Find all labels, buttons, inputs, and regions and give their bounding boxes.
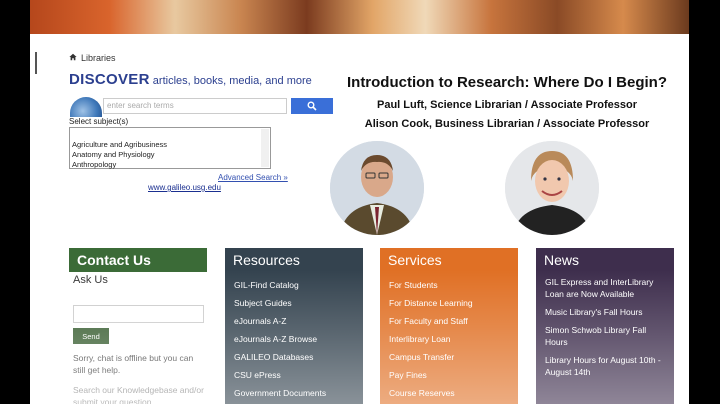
resources-link[interactable]: GIL-Find Catalog <box>234 276 354 294</box>
discover-title: DISCOVER <box>69 71 150 88</box>
home-icon[interactable] <box>69 53 77 63</box>
resources-heading[interactable]: Resources <box>225 248 363 272</box>
services-panel: Services For Students For Distance Learn… <box>380 248 518 404</box>
presenter-2: Alison Cook, Business Librarian / Associ… <box>364 118 650 130</box>
search-icon <box>307 101 317 111</box>
screen: Libraries DISCOVER articles, books, medi… <box>0 0 720 404</box>
scrollbar-thumb[interactable] <box>35 52 37 74</box>
services-link[interactable]: For Faculty and Staff <box>389 312 509 330</box>
discover-tagline: articles, books, media, and more <box>149 75 312 87</box>
presenter-2-photo <box>505 141 599 235</box>
breadcrumb: Libraries <box>69 53 116 63</box>
subject-list-scrollbar[interactable] <box>261 129 269 167</box>
resources-link[interactable]: CSU ePress <box>234 366 354 384</box>
services-heading[interactable]: Services <box>380 248 518 272</box>
subject-option[interactable]: Anatomy and Physiology <box>72 150 270 160</box>
chat-offline-message: Sorry, chat is offline but you can still… <box>73 353 194 375</box>
search-input[interactable]: enter search terms <box>103 98 287 114</box>
services-link[interactable]: For Distance Learning <box>389 294 509 312</box>
services-link[interactable]: For Students <box>389 276 509 294</box>
subject-select-list[interactable]: Agriculture and Agribusiness Anatomy and… <box>69 127 271 169</box>
chat-input[interactable] <box>73 305 204 323</box>
resources-panel: Resources GIL-Find Catalog Subject Guide… <box>225 248 363 404</box>
contact-us-panel: Contact Us <box>69 248 207 404</box>
subject-option[interactable]: Agriculture and Agribusiness <box>72 140 270 150</box>
chat-send-button[interactable]: Send <box>73 328 109 344</box>
presenter-1-photo <box>330 141 424 235</box>
resources-link[interactable]: eJournals A-Z Browse <box>234 330 354 348</box>
subject-option[interactable]: Anthropology <box>72 160 270 170</box>
presenter-1: Paul Luft, Science Librarian / Associate… <box>376 99 637 111</box>
resources-link[interactable]: Subject Guides <box>234 294 354 312</box>
services-link[interactable]: Interlibrary Loan <box>389 330 509 348</box>
news-heading[interactable]: News <box>536 248 674 272</box>
news-item[interactable]: Simon Schwob Library Fall Hours <box>545 324 665 348</box>
resources-link[interactable]: Government Documents <box>234 384 354 402</box>
news-panel: News GIL Express and InterLibrary Loan a… <box>536 248 674 404</box>
services-link[interactable]: Campus Transfer <box>389 348 509 366</box>
subject-select-label: Select subject(s) <box>69 117 129 126</box>
library-webpage: Libraries DISCOVER articles, books, medi… <box>30 0 689 404</box>
discover-heading: DISCOVER articles, books, media, and mor… <box>69 71 312 89</box>
news-item[interactable]: GIL Express and InterLibrary Loan are No… <box>545 276 665 300</box>
advanced-search-link[interactable]: Advanced Search » <box>218 173 288 182</box>
ask-us-label: Ask Us <box>73 274 108 286</box>
galileo-link[interactable]: www.galileo.usg.edu <box>148 183 221 192</box>
contact-us-heading[interactable]: Contact Us <box>69 248 207 272</box>
knowledgebase-link[interactable]: Search our Knowledgebase and/or submit y… <box>73 384 205 404</box>
services-link[interactable]: Course Reserves <box>389 384 509 402</box>
breadcrumb-libraries-link[interactable]: Libraries <box>81 53 116 63</box>
services-link[interactable]: Pay Fines <box>389 366 509 384</box>
search-button[interactable] <box>291 98 333 114</box>
resources-link[interactable]: eJournals A-Z <box>234 312 354 330</box>
resources-link[interactable]: GALILEO Databases <box>234 348 354 366</box>
header-banner-image <box>30 0 689 34</box>
globe-icon <box>70 97 102 117</box>
news-item[interactable]: Music Library's Fall Hours <box>545 306 665 318</box>
news-item[interactable]: Library Hours for August 10th - August 1… <box>545 354 665 378</box>
presentation-title: Introduction to Research: Where Do I Beg… <box>346 74 668 91</box>
